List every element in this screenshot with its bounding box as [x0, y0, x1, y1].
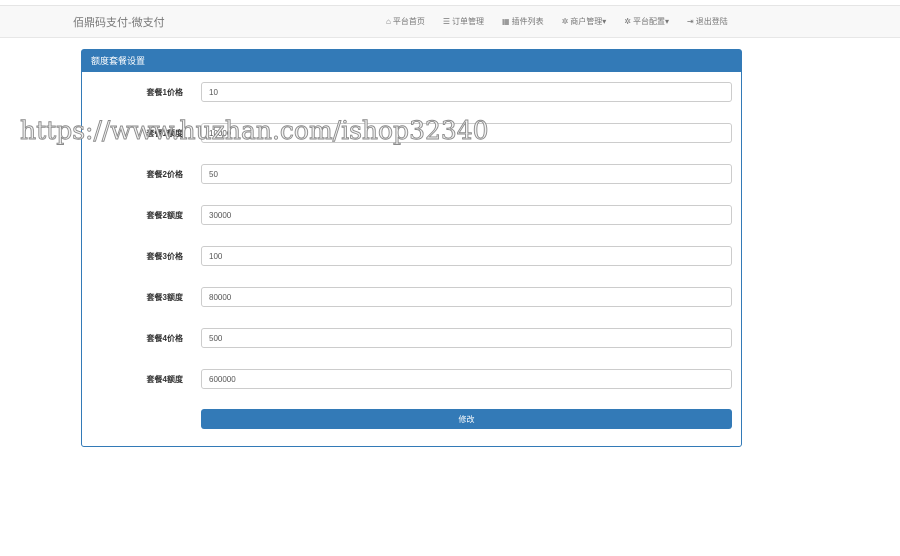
field-label: 套餐1价格: [146, 88, 183, 97]
field-label: 套餐3价格: [146, 252, 183, 261]
nav-label: 插件列表: [511, 17, 544, 26]
form-row: 套餐1价格: [82, 82, 741, 102]
navbar: 佰鼎码支付-微支付 ⌂ 平台首页 ☰ 订单管理 ▦ 插件列表 ✲ 商户管理▾ ✲ 平台配置▾ ⇥ 退出…: [0, 6, 900, 38]
field-input[interactable]: [201, 328, 732, 348]
nav-menu: ⌂ 平台首页 ☰ 订单管理 ▦ 插件列表 ✲ 商户管理▾ ✲ 平台配置▾ ⇥ 退出登陆: [386, 16, 728, 27]
field-input[interactable]: [201, 287, 732, 307]
field-input[interactable]: [201, 123, 732, 143]
field-label: 套餐1额度: [146, 129, 183, 138]
nav-label: 平台配置▾: [633, 17, 670, 26]
field-input[interactable]: [201, 369, 732, 389]
form-row: 套餐1额度: [82, 123, 741, 143]
nav-item-3[interactable]: ✲ 商户管理▾: [562, 16, 607, 27]
nav-item-1[interactable]: ☰ 订单管理: [443, 16, 484, 27]
grid-icon: ▦: [502, 17, 510, 26]
nav-label: 商户管理▾: [570, 17, 607, 26]
list-icon: ☰: [442, 17, 451, 26]
form-row: 套餐3额度: [82, 287, 741, 307]
field-label: 套餐3额度: [146, 293, 183, 302]
form-row: 套餐4价格: [82, 328, 741, 348]
brand[interactable]: 佰鼎码支付-微支付: [73, 14, 165, 30]
quota-settings-panel: 额度套餐设置 修改 套餐1价格套餐1额度套餐2价格套餐2额度套餐3价格套餐3额度…: [81, 49, 742, 447]
form-row: 套餐2额度: [82, 205, 741, 225]
nav-item-2[interactable]: ▦ 插件列表: [502, 16, 544, 27]
form-row: 套餐3价格: [82, 246, 741, 266]
form-row: 套餐4额度: [82, 369, 741, 389]
form-row: 套餐2价格: [82, 164, 741, 184]
field-label: 套餐2价格: [146, 170, 183, 179]
logout-icon: ⇥: [687, 17, 694, 26]
nav-item-5[interactable]: ⇥ 退出登陆: [687, 16, 728, 27]
field-label: 套餐4额度: [146, 375, 183, 384]
field-label: 套餐4价格: [146, 334, 183, 343]
panel-title: 额度套餐设置: [82, 50, 741, 72]
nav-label: 平台首页: [392, 17, 425, 26]
gear-icon: ✲: [561, 17, 569, 26]
field-input[interactable]: [201, 246, 732, 266]
nav-item-0[interactable]: ⌂ 平台首页: [386, 16, 425, 27]
field-label: 套餐2额度: [146, 211, 183, 220]
gear-icon: ✲: [624, 17, 631, 26]
nav-item-4[interactable]: ✲ 平台配置▾: [624, 16, 669, 27]
field-input[interactable]: [201, 205, 732, 225]
home-icon: ⌂: [386, 17, 391, 26]
field-input[interactable]: [201, 82, 732, 102]
field-input[interactable]: [201, 164, 732, 184]
nav-label: 退出登陆: [695, 17, 728, 26]
submit-button[interactable]: 修改: [201, 409, 732, 429]
nav-label: 订单管理: [452, 17, 485, 26]
